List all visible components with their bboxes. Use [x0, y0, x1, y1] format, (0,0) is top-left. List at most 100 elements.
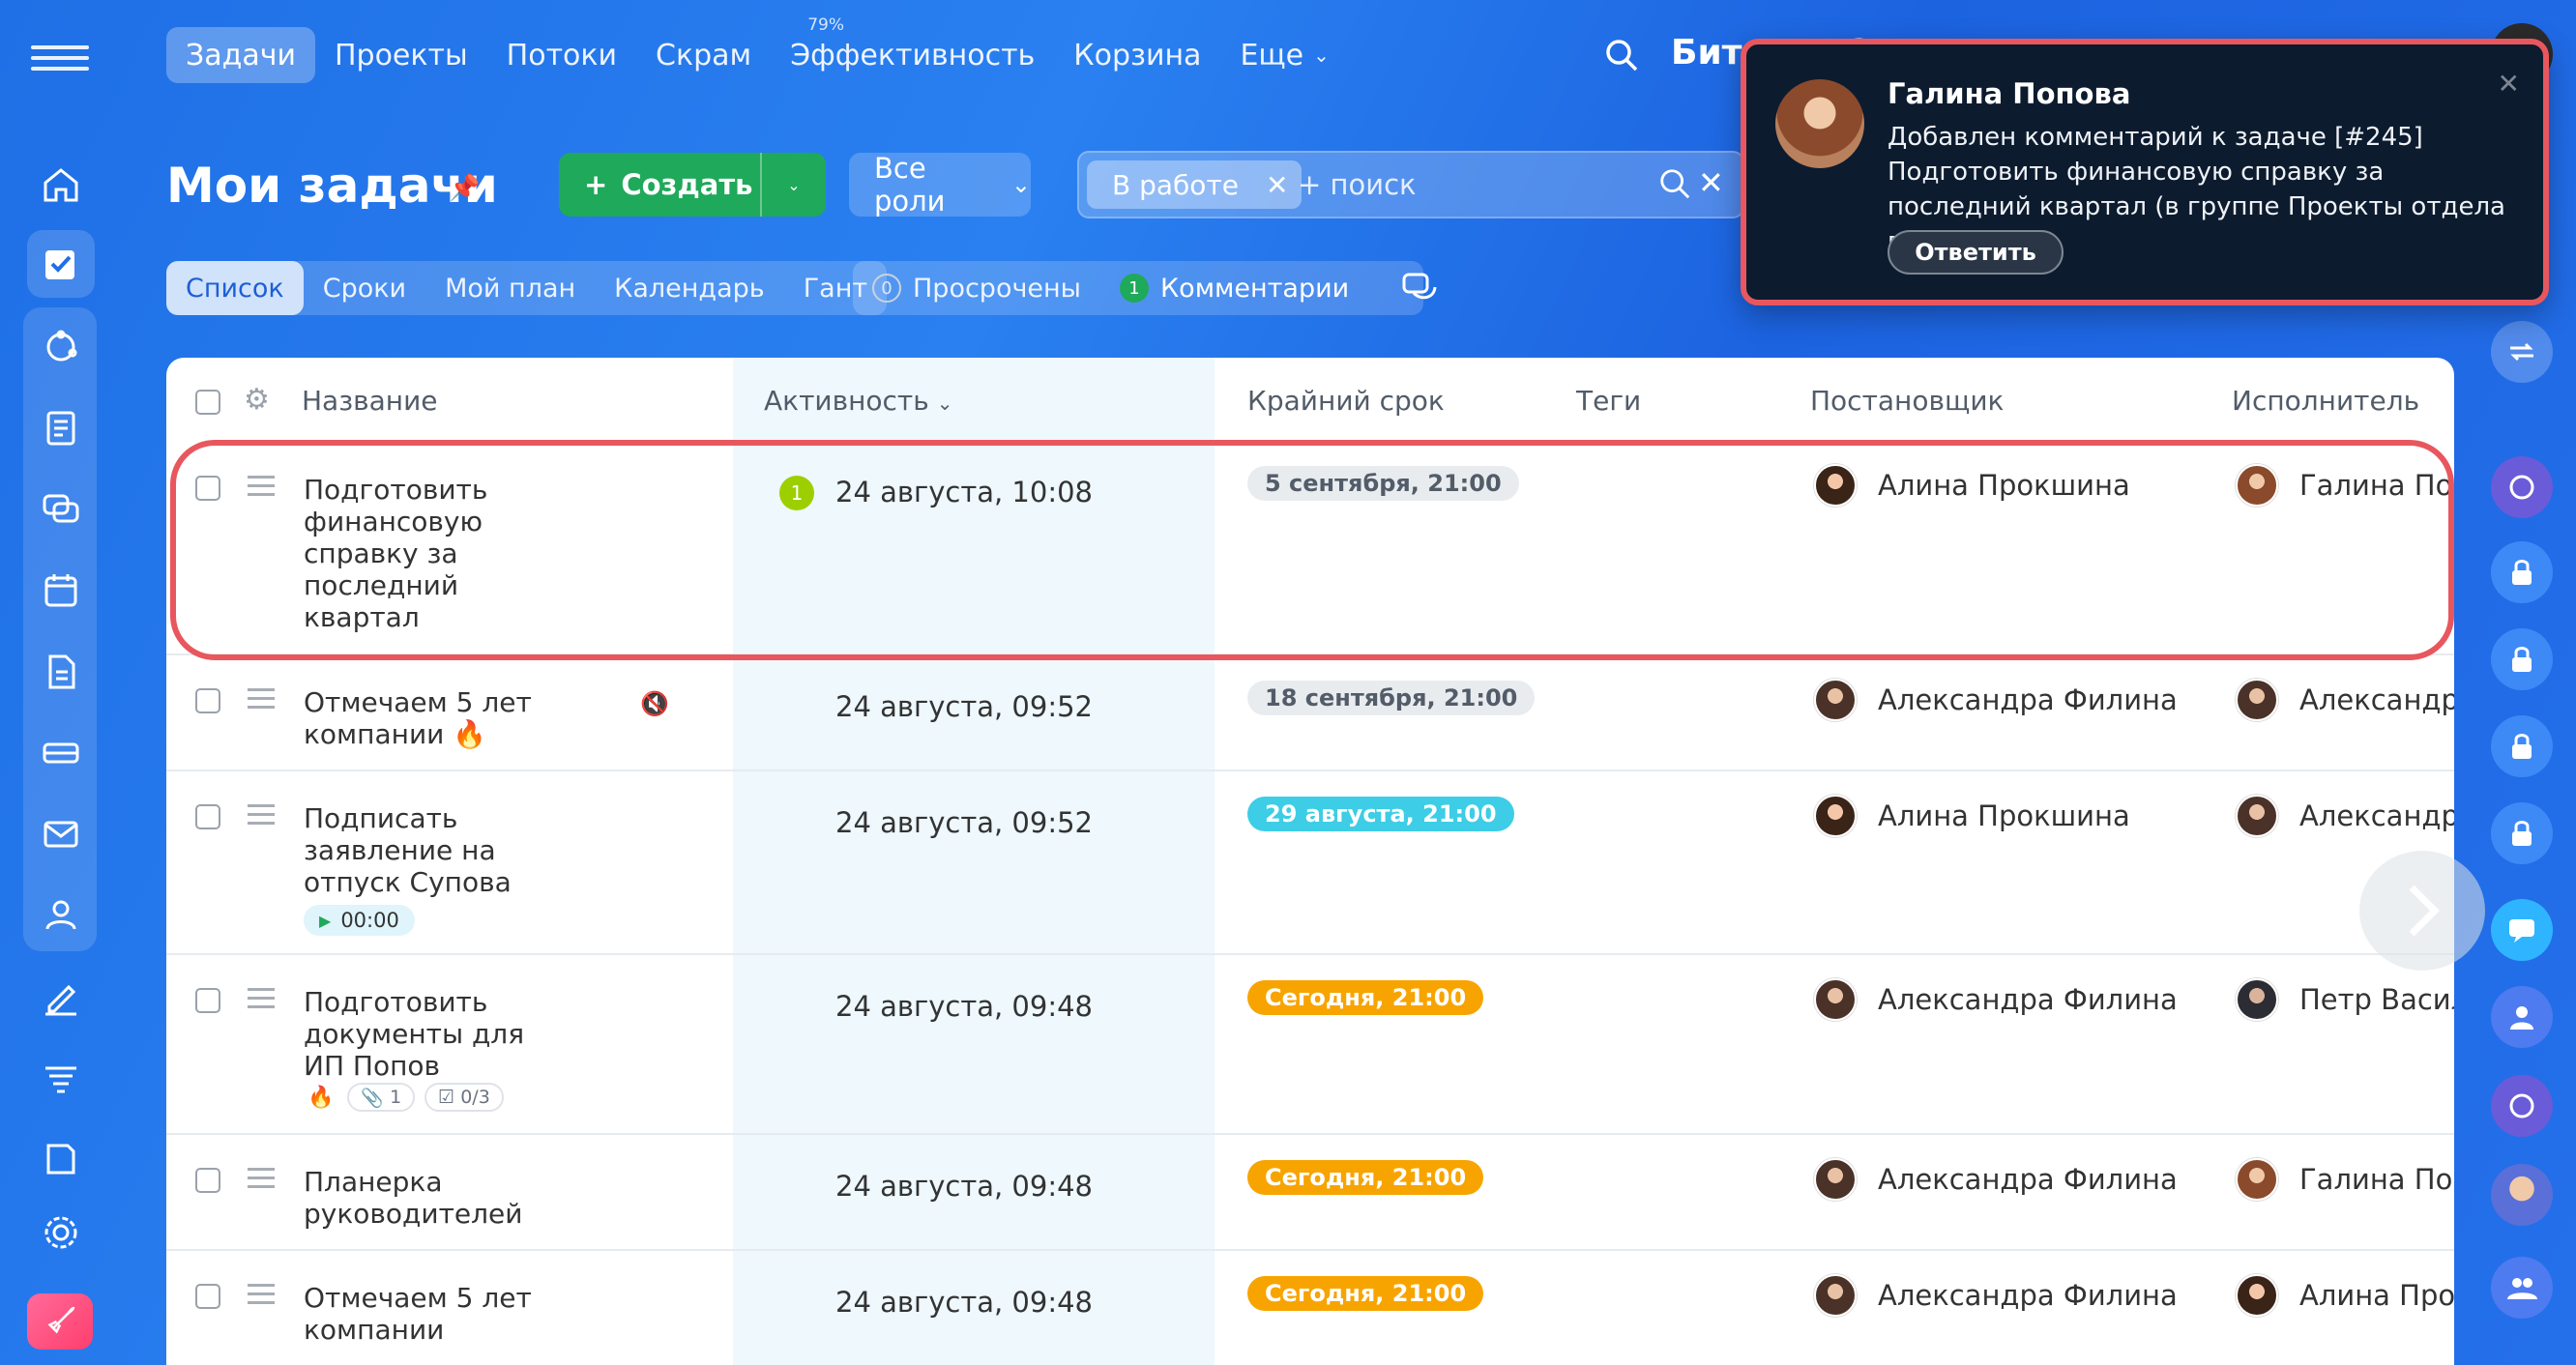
home-icon[interactable]	[27, 151, 95, 218]
menu-icon[interactable]	[31, 39, 89, 72]
deadline-badge[interactable]: Сегодня, 21:00	[1247, 980, 1484, 1015]
column-creator[interactable]: Постановщик	[1810, 385, 2004, 417]
creator[interactable]: Алина Прокшина	[1814, 795, 2130, 837]
tab-list[interactable]: Список	[166, 261, 304, 315]
column-activity[interactable]: Активность ⌄	[764, 385, 953, 417]
tab-deadlines[interactable]: Сроки	[304, 261, 425, 315]
table-row[interactable]: Планерка руководителей 24 августа, 09:48 …	[166, 1133, 2454, 1249]
creator[interactable]: Александра Филина	[1814, 978, 2178, 1021]
creator[interactable]: Александра Филина	[1814, 1158, 2178, 1201]
search-icon[interactable]	[1603, 37, 1640, 77]
lock-icon[interactable]	[2491, 715, 2553, 777]
chat-icon[interactable]	[27, 476, 95, 543]
table-row[interactable]: Отмечаем 5 лет компании 🔥 🔇 24 августа, 0…	[166, 653, 2454, 770]
calendar-icon[interactable]	[27, 557, 95, 624]
lock-icon[interactable]	[2491, 628, 2553, 690]
notification-popup[interactable]: Галина Попова Добавлен комментарий к зад…	[1741, 39, 2549, 305]
roles-dropdown[interactable]: Все роли ⌄	[849, 152, 1031, 218]
checklist-badge[interactable]: ☑ 0/3	[424, 1083, 504, 1112]
deadline-badge[interactable]: Сегодня, 21:00	[1247, 1160, 1484, 1195]
column-assignee[interactable]: Исполнитель	[2232, 385, 2419, 417]
pin-icon[interactable]: 📌	[449, 174, 480, 203]
row-checkbox[interactable]	[195, 1284, 220, 1309]
timer-badge[interactable]: ▶ 00:00	[304, 905, 415, 936]
task-title[interactable]: Подписать заявление на отпуск Супова	[304, 802, 512, 898]
table-row[interactable]: Подготовить документы для ИП Попов 🔥 📎 1 ☑ 0…	[166, 953, 2454, 1133]
deadline-badge[interactable]: 29 августа, 21:00	[1247, 797, 1514, 831]
table-row[interactable]: Отмечаем 5 лет компании 24 августа, 09:48…	[166, 1249, 2454, 1365]
drag-handle-icon[interactable]	[248, 799, 275, 830]
mail-icon[interactable]	[27, 800, 95, 868]
rocket-icon[interactable]	[27, 1293, 93, 1350]
filter-search[interactable]: В работе ✕ + поиск ✕	[1077, 151, 1744, 218]
task-title[interactable]: Отмечаем 5 лет компании	[304, 1282, 532, 1346]
assignee[interactable]: Алина Прок	[2236, 1274, 2454, 1317]
filter-chip[interactable]: В работе ✕	[1087, 160, 1303, 209]
documents-icon[interactable]	[27, 394, 95, 462]
deadline-badge[interactable]: 18 сентября, 21:00	[1247, 681, 1536, 715]
close-icon[interactable]: ✕	[1698, 164, 1724, 201]
assignee[interactable]: Александра	[2236, 679, 2454, 721]
assignee[interactable]: Александра	[2236, 795, 2454, 837]
row-checkbox[interactable]	[195, 988, 220, 1013]
chat-sync-icon[interactable]	[2491, 321, 2553, 383]
column-deadline[interactable]: Крайний срок	[1247, 385, 1445, 417]
assignee[interactable]: Петр Васил	[2236, 978, 2454, 1021]
gear-icon[interactable]: ⚙	[244, 383, 270, 417]
settings-icon[interactable]	[27, 1199, 95, 1266]
nav-efficiency[interactable]: 79% Эффективность	[771, 15, 1054, 83]
attachments-badge[interactable]: 📎 1	[347, 1083, 416, 1112]
drag-handle-icon[interactable]	[248, 682, 275, 714]
creator[interactable]: Александра Филина	[1814, 679, 2178, 721]
select-all-checkbox[interactable]	[195, 390, 220, 415]
nav-projects[interactable]: Проекты	[315, 27, 487, 83]
sign-icon[interactable]	[27, 963, 95, 1031]
nav-scrum[interactable]: Скрам	[636, 27, 771, 83]
task-title[interactable]: Отмечаем 5 лет компании 🔥	[304, 686, 532, 750]
close-icon[interactable]: ✕	[2498, 68, 2520, 100]
create-dropdown-icon[interactable]: ⌄	[760, 153, 826, 217]
counter-comments[interactable]: 1 Комментарии	[1120, 274, 1349, 304]
copilot-icon[interactable]	[2491, 456, 2553, 518]
shop-icon[interactable]	[27, 1125, 95, 1193]
task-title[interactable]: Планерка руководителей	[304, 1166, 522, 1230]
row-checkbox[interactable]	[195, 1168, 220, 1193]
group-icon[interactable]	[2491, 1257, 2553, 1319]
comments-read-icon[interactable]	[1401, 272, 1438, 305]
tab-my-plan[interactable]: Мой план	[425, 261, 595, 315]
row-checkbox[interactable]	[195, 688, 220, 713]
group-icon[interactable]	[2491, 986, 2553, 1048]
drag-handle-icon[interactable]	[248, 1162, 275, 1194]
assignee[interactable]: Галина Поп	[2236, 1158, 2454, 1201]
drag-handle-icon[interactable]	[248, 982, 275, 1014]
drag-handle-icon[interactable]	[248, 1278, 275, 1310]
mute-icon[interactable]: 🔇	[640, 690, 669, 717]
search-input[interactable]: + поиск	[1298, 168, 1417, 201]
tasks-icon[interactable]	[27, 230, 95, 298]
copilot-icon[interactable]	[2491, 1075, 2553, 1137]
feed-icon[interactable]	[27, 313, 95, 381]
counter-overdue[interactable]: 0 Просрочены	[872, 274, 1081, 304]
tab-calendar[interactable]: Календарь	[595, 261, 784, 315]
column-tags[interactable]: Теги	[1576, 385, 1641, 417]
row-checkbox[interactable]	[195, 804, 220, 829]
user-avatar[interactable]	[2491, 1164, 2553, 1226]
table-row[interactable]: Подписать заявление на отпуск Супова ▶ 00:0…	[166, 770, 2454, 953]
chevron-right-icon[interactable]	[2359, 851, 2485, 971]
reply-button[interactable]: Ответить	[1888, 230, 2064, 275]
nav-flows[interactable]: Потоки	[487, 27, 636, 83]
creator[interactable]: Александра Филина	[1814, 1274, 2178, 1317]
automation-icon[interactable]	[27, 1044, 95, 1112]
column-name[interactable]: Название	[302, 385, 438, 417]
close-icon[interactable]: ✕	[1266, 169, 1288, 201]
lock-icon[interactable]	[2491, 802, 2553, 864]
disk-icon[interactable]	[27, 638, 95, 706]
create-button[interactable]: + Создать ⌄	[559, 153, 826, 217]
crm-icon[interactable]	[27, 719, 95, 787]
employees-icon[interactable]	[27, 882, 95, 949]
task-title[interactable]: Подготовить документы для ИП Попов	[304, 986, 524, 1082]
nav-more[interactable]: Еще ⌄	[1220, 27, 1348, 83]
nav-tasks[interactable]: Задачи	[166, 27, 315, 83]
open-channels-icon[interactable]	[2491, 899, 2553, 961]
nav-trash[interactable]: Корзина	[1054, 27, 1220, 83]
